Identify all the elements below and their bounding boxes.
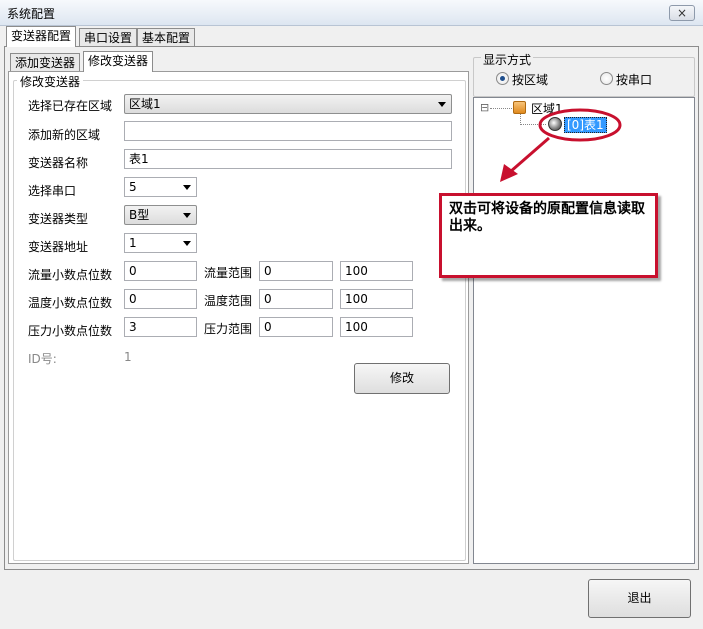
tab-label: 变送器配置 <box>11 29 72 43</box>
callout-text: 双击可将设备的原配置信息读取出来。 <box>449 201 645 234</box>
tab-transmitter-config[interactable]: 变送器配置 <box>6 26 77 47</box>
subtab-modify-transmitter[interactable]: 修改变送器 <box>83 51 154 72</box>
annotation-overlay <box>500 108 622 182</box>
annotation-callout: 双击可将设备的原配置信息读取出来。 <box>439 193 658 278</box>
subtab-label: 修改变送器 <box>88 54 149 68</box>
highlight-ellipse <box>538 108 622 142</box>
exit-button[interactable]: 退出 <box>588 579 691 618</box>
annotation-arrow-line <box>509 136 550 174</box>
